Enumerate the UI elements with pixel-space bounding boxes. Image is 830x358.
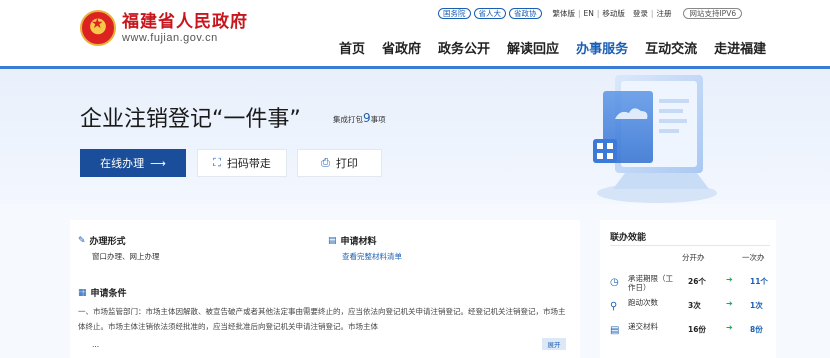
link-provincial-congress[interactable]: 省人大 bbox=[473, 8, 506, 19]
site-header: 福建省人民政府 www.fujian.gov.cn 国务院 省人大 省政协 繁体… bbox=[0, 0, 830, 66]
conditions-heading: ▦ 申请条件 bbox=[78, 287, 127, 300]
col-separate-header: 分开办 bbox=[682, 253, 705, 262]
nav-interpretation[interactable]: 解读回应 bbox=[507, 38, 559, 57]
link-english[interactable]: EN bbox=[584, 9, 594, 18]
document-icon: ▤ bbox=[328, 235, 337, 246]
link-state-council[interactable]: 国务院 bbox=[438, 8, 471, 19]
link-login[interactable]: 登录 bbox=[633, 8, 648, 19]
bundle-count: 集成打包9事项 bbox=[333, 111, 386, 125]
arrow-right-icon: ➔ bbox=[726, 323, 733, 332]
print-icon: ⎙ bbox=[321, 156, 330, 169]
details-section: ✎ 办理形式 窗口办理、网上办理 ▤ 申请材料 查看完整材料清单 ▦ 申请条件 … bbox=[0, 204, 830, 358]
nav-government[interactable]: 省政府 bbox=[382, 38, 421, 57]
link-mobile[interactable]: 移动版 bbox=[602, 8, 625, 19]
site-logo[interactable]: 福建省人民政府 www.fujian.gov.cn bbox=[80, 10, 248, 46]
link-traditional[interactable]: 繁体版 bbox=[553, 8, 576, 19]
arrow-right-icon: ➔ bbox=[726, 299, 733, 308]
pencil-icon: ✎ bbox=[78, 235, 86, 246]
document-icon: ▤ bbox=[610, 325, 620, 336]
once-value: 8份 bbox=[750, 325, 763, 334]
nav-interaction[interactable]: 互动交流 bbox=[645, 38, 697, 57]
ipv6-badge: 网站支持IPV6 bbox=[683, 8, 743, 19]
separate-value: 16份 bbox=[688, 325, 706, 334]
divider bbox=[610, 245, 770, 246]
arrow-right-icon: ⟶ bbox=[150, 156, 166, 170]
link-provincial-cppcc[interactable]: 省政协 bbox=[509, 8, 542, 19]
once-value: 1次 bbox=[750, 301, 763, 310]
efficiency-row: ◷ 承诺期限（工作日） 26个 ➔ 11个 bbox=[610, 274, 776, 294]
separate-value: 26个 bbox=[688, 277, 706, 286]
clock-icon: ◷ bbox=[610, 277, 619, 288]
row-label: 递交材料 bbox=[628, 322, 658, 331]
nav-public-affairs[interactable]: 政务公开 bbox=[438, 38, 490, 57]
materials-list-link[interactable]: 查看完整材料清单 bbox=[342, 251, 402, 262]
walk-icon: ⚲ bbox=[610, 301, 618, 312]
site-url: www.fujian.gov.cn bbox=[122, 32, 218, 44]
arrow-right-icon: ➔ bbox=[726, 275, 733, 284]
efficiency-row: ⚲ 跑动次数 3次 ➔ 1次 bbox=[610, 298, 776, 318]
method-value: 窗口办理、网上办理 bbox=[92, 252, 160, 261]
online-apply-button[interactable]: 在线办理 ⟶ bbox=[80, 149, 186, 177]
calendar-icon: ▦ bbox=[78, 287, 87, 298]
separate-value: 3次 bbox=[688, 301, 701, 310]
efficiency-row: ▤ 递交材料 16份 ➔ 8份 bbox=[610, 322, 776, 342]
print-button[interactable]: ⎙ 打印 bbox=[297, 149, 382, 177]
nav-home[interactable]: 首页 bbox=[339, 38, 365, 57]
method-heading: ✎ 办理形式 bbox=[78, 235, 126, 248]
efficiency-card: 联办效能 分开办 一次办 ◷ 承诺期限（工作日） 26个 ➔ 11个 ⚲ 跑动次… bbox=[600, 220, 776, 358]
efficiency-title: 联办效能 bbox=[610, 233, 647, 243]
nav-about-fujian[interactable]: 走进福建 bbox=[714, 38, 766, 57]
nav-services[interactable]: 办事服务 bbox=[576, 38, 628, 57]
scan-take-button[interactable]: ⛶ 扫码带走 bbox=[197, 149, 287, 177]
col-once-header: 一次办 bbox=[742, 253, 765, 262]
expand-button[interactable]: 展开 bbox=[542, 338, 566, 350]
materials-heading: ▤ 申请材料 bbox=[328, 235, 377, 248]
row-label: 跑动次数 bbox=[628, 298, 658, 307]
row-label: 承诺期限（工作日） bbox=[628, 274, 673, 292]
computer-illustration-icon bbox=[593, 75, 717, 203]
service-details-card: ✎ 办理形式 窗口办理、网上办理 ▤ 申请材料 查看完整材料清单 ▦ 申请条件 … bbox=[70, 220, 580, 358]
link-register[interactable]: 注册 bbox=[656, 8, 671, 19]
once-value: 11个 bbox=[750, 277, 768, 286]
site-title: 福建省人民政府 bbox=[122, 12, 248, 32]
national-emblem-icon bbox=[80, 10, 116, 46]
page-title: 企业注销登记“一件事” bbox=[80, 107, 301, 132]
main-nav: 首页 省政府 政务公开 解读回应 办事服务 互动交流 走进福建 bbox=[339, 38, 783, 57]
conditions-ellipsis: ... bbox=[92, 340, 100, 349]
conditions-text: 一、市场监管部门：市场主体因解散、被宣告破产或者其他法定事由需要终止的，应当依法… bbox=[78, 307, 566, 331]
top-utility-bar: 国务院 省人大 省政协 繁体版 | EN | 移动版 登录 | 注册 网站支持I… bbox=[438, 8, 743, 19]
service-banner: 企业注销登记“一件事” 集成打包9事项 在线办理 ⟶ ⛶ 扫码带走 ⎙ 打印 bbox=[0, 66, 830, 204]
scan-icon: ⛶ bbox=[213, 156, 221, 169]
